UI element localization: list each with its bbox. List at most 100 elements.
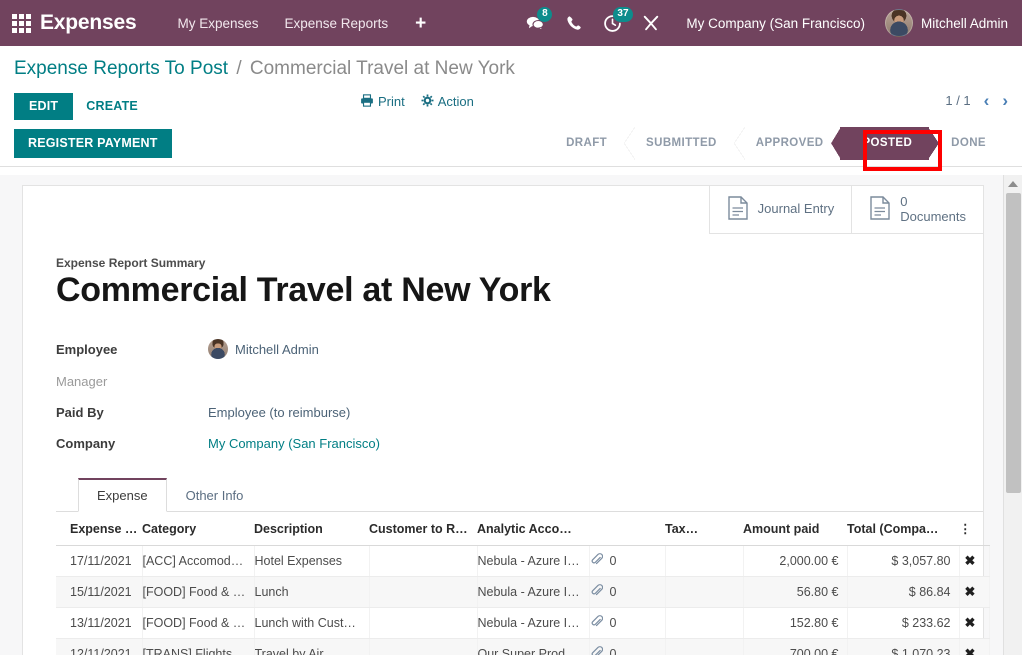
cell-analytic[interactable]: Nebula - Azure I… bbox=[477, 577, 589, 608]
journal-document-icon bbox=[727, 196, 749, 223]
breadcrumb-root[interactable]: Expense Reports To Post bbox=[14, 58, 228, 79]
cell-total-company[interactable]: $ 1,070.23 bbox=[847, 639, 959, 655]
smart-button-journal-entry[interactable]: Journal Entry bbox=[709, 186, 852, 234]
tools-icon[interactable] bbox=[632, 0, 670, 46]
control-panel-actions: Print Action bbox=[360, 94, 474, 110]
cell-customer[interactable] bbox=[369, 608, 477, 639]
cell-category[interactable]: [ACC] Accomod… bbox=[142, 546, 254, 577]
status-stage-draft[interactable]: DRAFT bbox=[544, 127, 624, 160]
cell-analytic[interactable]: Nebula - Azure I… bbox=[477, 546, 589, 577]
cell-description[interactable]: Travel by Air bbox=[254, 639, 369, 655]
vertical-scrollbar[interactable] bbox=[1003, 175, 1022, 655]
cell-customer[interactable] bbox=[369, 546, 477, 577]
cell-attachments[interactable]: 0 bbox=[589, 639, 665, 655]
documents-icon bbox=[869, 196, 891, 223]
column-header-analytic[interactable]: Analytic Acco… bbox=[477, 512, 589, 546]
expense-report-summary-label: Expense Report Summary bbox=[56, 256, 983, 270]
column-header-tax[interactable]: Tax… bbox=[665, 512, 743, 546]
cell-description[interactable]: Lunch with Cust… bbox=[254, 608, 369, 639]
status-stage-approved[interactable]: APPROVED bbox=[734, 127, 841, 160]
cell-attachments[interactable]: 0 bbox=[589, 546, 665, 577]
phone-icon[interactable] bbox=[555, 0, 593, 46]
nav-item-my-expenses[interactable]: My Expenses bbox=[164, 10, 271, 37]
apps-grid-icon[interactable] bbox=[8, 10, 34, 36]
breadcrumb: Expense Reports To Post / Commercial Tra… bbox=[0, 46, 1022, 81]
pager-next-button[interactable]: › bbox=[1002, 92, 1008, 109]
cell-tax[interactable] bbox=[665, 639, 743, 655]
nav-item-expense-reports[interactable]: Expense Reports bbox=[272, 10, 402, 37]
column-header-amount-paid[interactable]: Amount paid bbox=[743, 512, 847, 546]
cell-total-company[interactable]: $ 86.84 bbox=[847, 577, 959, 608]
status-stage-submitted[interactable]: SUBMITTED bbox=[624, 127, 734, 160]
column-header-expense-date[interactable]: Expense … bbox=[56, 512, 142, 546]
cell-category[interactable]: [FOOD] Food & … bbox=[142, 608, 254, 639]
field-employee-value[interactable]: Mitchell Admin bbox=[208, 339, 319, 359]
tab-other-info[interactable]: Other Info bbox=[167, 478, 263, 512]
cell-tax[interactable] bbox=[665, 577, 743, 608]
status-stage-done[interactable]: DONE bbox=[929, 127, 1003, 160]
register-payment-button[interactable]: REGISTER PAYMENT bbox=[14, 129, 172, 158]
cell-date[interactable]: 12/11/2021 bbox=[56, 639, 142, 655]
delete-row-icon[interactable]: ✖ bbox=[965, 584, 976, 599]
table-row[interactable]: 12/11/2021 [TRANS] Flights,… Travel by A… bbox=[56, 639, 989, 655]
messages-icon[interactable]: 8 bbox=[515, 0, 555, 46]
cell-amount-paid[interactable]: 152.80 € bbox=[743, 608, 847, 639]
cell-date[interactable]: 15/11/2021 bbox=[56, 577, 142, 608]
cell-analytic[interactable]: Nebula - Azure I… bbox=[477, 608, 589, 639]
cell-total-company[interactable]: $ 233.62 bbox=[847, 608, 959, 639]
delete-row-icon[interactable]: ✖ bbox=[965, 553, 976, 568]
cell-attachments[interactable]: 0 bbox=[589, 608, 665, 639]
action-button[interactable]: Action bbox=[421, 94, 474, 110]
column-header-description[interactable]: Description bbox=[254, 512, 369, 546]
cell-date[interactable]: 13/11/2021 bbox=[56, 608, 142, 639]
column-header-category[interactable]: Category bbox=[142, 512, 254, 546]
column-header-total-company[interactable]: Total (Compa… bbox=[847, 512, 959, 546]
cell-attachments[interactable]: 0 bbox=[589, 577, 665, 608]
cell-category[interactable]: [TRANS] Flights,… bbox=[142, 639, 254, 655]
cell-customer[interactable] bbox=[369, 577, 477, 608]
scroll-up-arrow-icon[interactable] bbox=[1004, 175, 1022, 193]
field-paid-by-value[interactable]: Employee (to reimburse) bbox=[208, 405, 350, 420]
paperclip-icon bbox=[590, 646, 603, 655]
cell-category[interactable]: [FOOD] Food & … bbox=[142, 577, 254, 608]
create-button[interactable]: CREATE bbox=[73, 93, 151, 120]
optional-columns-dropdown-icon[interactable]: ⋮ bbox=[959, 512, 989, 546]
cell-tax[interactable] bbox=[665, 546, 743, 577]
cell-amount-paid[interactable]: 2,000.00 € bbox=[743, 546, 847, 577]
pager-previous-button[interactable]: ‹ bbox=[984, 92, 990, 109]
form-content-area: Journal Entry 0 Documents bbox=[0, 175, 1022, 655]
cell-date[interactable]: 17/11/2021 bbox=[56, 546, 142, 577]
cell-tax[interactable] bbox=[665, 608, 743, 639]
print-button[interactable]: Print bbox=[360, 94, 405, 110]
field-employee-text: Mitchell Admin bbox=[235, 342, 319, 357]
activities-clock-icon[interactable]: 37 bbox=[593, 0, 632, 46]
smart-button-documents[interactable]: 0 Documents bbox=[851, 186, 983, 234]
cell-analytic[interactable]: Our Super Prod… bbox=[477, 639, 589, 655]
status-stage-posted[interactable]: POSTED bbox=[840, 127, 929, 160]
field-company-value[interactable]: My Company (San Francisco) bbox=[208, 436, 380, 451]
scrollbar-thumb[interactable] bbox=[1006, 193, 1021, 493]
edit-button[interactable]: EDIT bbox=[14, 93, 73, 120]
cell-description[interactable]: Lunch bbox=[254, 577, 369, 608]
table-row[interactable]: 17/11/2021 [ACC] Accomod… Hotel Expenses… bbox=[56, 546, 989, 577]
messages-badge: 8 bbox=[537, 7, 552, 22]
control-panel-buttons: EDIT CREATE Print bbox=[0, 81, 1022, 121]
app-brand-title[interactable]: Expenses bbox=[40, 11, 136, 35]
tab-expense[interactable]: Expense bbox=[78, 478, 167, 512]
form-body: Expense Report Summary Commercial Travel… bbox=[23, 186, 983, 655]
cell-total-company[interactable]: $ 3,057.80 bbox=[847, 546, 959, 577]
cell-amount-paid[interactable]: 56.80 € bbox=[743, 577, 847, 608]
company-switcher[interactable]: My Company (San Francisco) bbox=[670, 16, 877, 31]
table-row[interactable]: 15/11/2021 [FOOD] Food & … Lunch Nebula … bbox=[56, 577, 989, 608]
attachment-count: 0 bbox=[610, 647, 617, 655]
cell-description[interactable]: Hotel Expenses bbox=[254, 546, 369, 577]
cell-amount-paid[interactable]: 700.00 € bbox=[743, 639, 847, 655]
user-menu[interactable]: Mitchell Admin bbox=[877, 9, 1012, 37]
table-row[interactable]: 13/11/2021 [FOOD] Food & … Lunch with Cu… bbox=[56, 608, 989, 639]
cell-customer[interactable] bbox=[369, 639, 477, 655]
column-header-customer[interactable]: Customer to R… bbox=[369, 512, 477, 546]
delete-row-icon[interactable]: ✖ bbox=[965, 615, 976, 630]
delete-row-icon[interactable]: ✖ bbox=[965, 646, 976, 655]
nav-add-button[interactable]: + bbox=[401, 12, 440, 35]
avatar bbox=[885, 9, 913, 37]
